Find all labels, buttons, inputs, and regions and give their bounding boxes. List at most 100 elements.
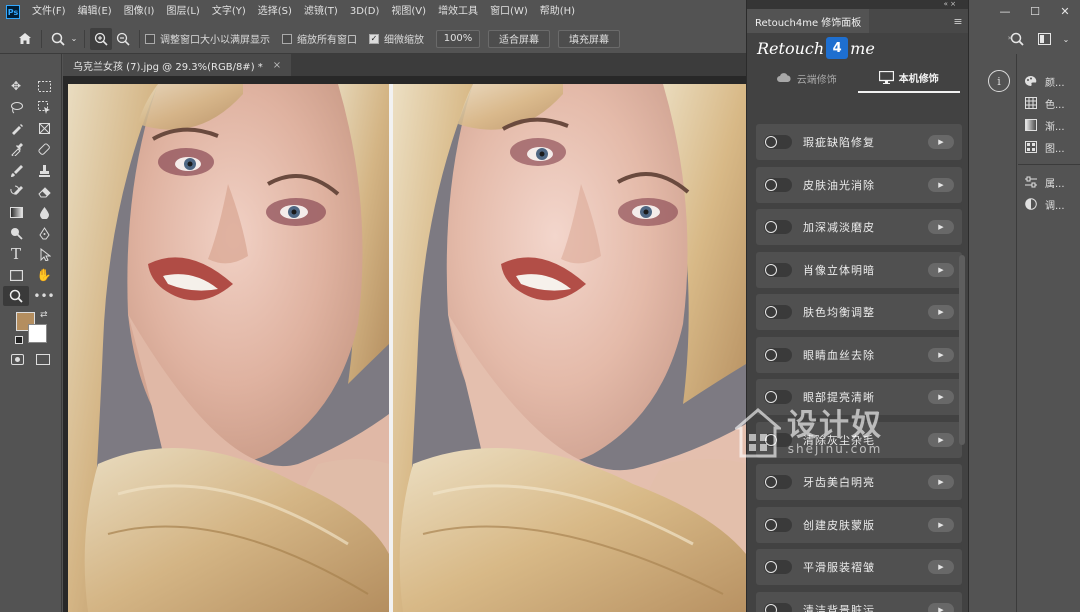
close-icon[interactable]: ✕ <box>1050 0 1080 22</box>
feature-toggle[interactable] <box>764 177 792 192</box>
feature-toggle[interactable] <box>764 135 792 149</box>
feature-toggle[interactable] <box>764 602 792 612</box>
play-icon[interactable]: ▶ <box>928 432 954 447</box>
more-tools-icon[interactable]: ••• <box>31 286 57 306</box>
retouch4me-panel: « × Retouch4me 修饰面板 ≡ Retouch 4 me 云端修饰 … <box>746 0 969 612</box>
play-icon[interactable]: ▶ <box>928 560 954 574</box>
move-tool-icon[interactable]: ✥ <box>3 76 29 96</box>
menu-edit[interactable]: 编辑(E) <box>72 0 118 24</box>
play-icon[interactable]: ▶ <box>928 347 954 362</box>
scrubby-zoom-checkbox[interactable]: ✓ 细微缩放 <box>369 31 424 46</box>
swap-colors-icon[interactable]: ⇄ <box>40 310 48 320</box>
menu-view[interactable]: 视图(V) <box>385 0 432 24</box>
chevron-down-icon[interactable]: ⌄ <box>1062 28 1070 50</box>
feature-toggle[interactable] <box>764 390 792 404</box>
play-icon[interactable]: ▶ <box>928 305 954 319</box>
workspace-icon[interactable] <box>1034 28 1056 50</box>
dodge-tool-icon[interactable] <box>3 223 29 243</box>
panel-menu-icon[interactable]: ≡ <box>948 15 968 28</box>
background-color-swatch[interactable] <box>28 324 47 343</box>
play-icon[interactable]: ▶ <box>928 135 954 149</box>
panel-scrollbar[interactable] <box>959 255 965 445</box>
menu-type[interactable]: 文字(Y) <box>206 0 252 24</box>
type-tool-icon[interactable]: T <box>3 244 29 264</box>
fill-screen-button[interactable]: 填充屏幕 <box>558 29 620 48</box>
feature-toggle[interactable] <box>764 305 792 319</box>
play-icon[interactable]: ▶ <box>928 517 954 532</box>
stamp-tool-icon[interactable] <box>31 160 57 180</box>
menu-3d[interactable]: 3D(D) <box>344 0 386 24</box>
feature-toggle[interactable] <box>764 347 792 362</box>
dock-gradients[interactable]: 渐... <box>1018 114 1080 136</box>
checkbox-checked[interactable]: ✓ <box>369 33 379 44</box>
fit-screen-button[interactable]: 适合屏幕 <box>488 29 550 48</box>
menu-help[interactable]: 帮助(H) <box>534 0 581 24</box>
zoom-out-icon[interactable] <box>112 28 134 50</box>
document-tab[interactable]: 乌克兰女孩 (7).jpg @ 29.3%(RGB/8#) * × <box>63 54 292 76</box>
menu-select[interactable]: 选择(S) <box>252 0 298 24</box>
dock-patterns[interactable]: 图... <box>1018 136 1080 158</box>
gradient-tool-icon[interactable] <box>3 202 29 222</box>
history-brush-tool-icon[interactable] <box>3 181 29 201</box>
minimize-icon[interactable]: — <box>990 0 1020 22</box>
quick-mask-icon[interactable] <box>11 354 24 365</box>
marquee-tool-icon[interactable] <box>31 76 57 96</box>
feature-toggle[interactable] <box>764 560 792 574</box>
info-icon[interactable]: i <box>988 70 1010 92</box>
play-icon[interactable]: ▶ <box>928 390 954 404</box>
eyedropper-tool-icon[interactable] <box>3 139 29 159</box>
panel-collapse-strip[interactable]: « × <box>747 0 968 9</box>
default-colors-icon[interactable] <box>15 336 23 344</box>
play-icon[interactable]: ▶ <box>928 602 954 612</box>
dock-properties[interactable]: 属... <box>1018 171 1080 193</box>
home-icon[interactable] <box>14 28 36 50</box>
panel-title[interactable]: Retouch4me 修饰面板 <box>747 9 870 33</box>
menu-layer[interactable]: 图层(L) <box>160 0 205 24</box>
blur-tool-icon[interactable] <box>31 202 57 222</box>
canvas-area[interactable] <box>63 76 746 612</box>
play-icon[interactable]: ▶ <box>928 475 954 489</box>
maximize-icon[interactable]: ☐ <box>1020 0 1050 22</box>
menu-plugins[interactable]: 增效工具 <box>432 0 484 24</box>
object-selection-tool-icon[interactable] <box>31 97 57 117</box>
resize-windows-checkbox[interactable]: 调整窗口大小以满屏显示 <box>145 31 270 46</box>
checkbox-unchecked[interactable] <box>145 33 155 44</box>
eraser-tool-icon[interactable] <box>31 181 57 201</box>
zoom-in-icon[interactable] <box>90 27 112 50</box>
adjustments-icon <box>1024 198 1037 211</box>
pen-path-tool-icon[interactable] <box>31 223 57 243</box>
screen-mode-icon[interactable] <box>36 354 50 365</box>
checkbox-unchecked[interactable] <box>282 33 292 44</box>
dock-swatches[interactable]: 色... <box>1018 92 1080 114</box>
menu-filter[interactable]: 滤镜(T) <box>298 0 344 24</box>
menu-image[interactable]: 图像(I) <box>118 0 161 24</box>
zoom-tool-preset-icon[interactable] <box>47 28 69 50</box>
rectangle-tool-icon[interactable] <box>3 265 29 285</box>
hand-tool-icon[interactable]: ✋ <box>31 265 57 285</box>
feature-toggle[interactable] <box>764 517 792 532</box>
zoom-tool-icon[interactable] <box>3 286 29 306</box>
play-icon[interactable]: ▶ <box>928 220 954 234</box>
crop-tool-icon[interactable] <box>31 118 57 138</box>
dock-collapse-icon[interactable]: » <box>1008 34 1012 42</box>
path-selection-tool-icon[interactable] <box>31 244 57 264</box>
feature-toggle[interactable] <box>764 262 792 277</box>
menu-file[interactable]: 文件(F) <box>26 0 72 24</box>
dock-color[interactable]: 颜... <box>1018 70 1080 92</box>
zoom-100-button[interactable]: 100% <box>436 29 480 48</box>
chevron-down-icon[interactable]: ⌄ <box>69 28 79 50</box>
tab-cloud[interactable]: 云端修饰 <box>755 63 858 93</box>
zoom-all-windows-checkbox[interactable]: 缩放所有窗口 <box>282 31 357 46</box>
lasso-tool-icon[interactable] <box>3 97 29 117</box>
feature-toggle[interactable] <box>764 220 792 234</box>
play-icon[interactable]: ▶ <box>928 177 954 192</box>
pen-tool-icon[interactable] <box>3 118 29 138</box>
healing-brush-tool-icon[interactable] <box>31 139 57 159</box>
menu-window[interactable]: 窗口(W) <box>484 0 534 24</box>
play-icon[interactable]: ▶ <box>928 262 954 277</box>
tab-local[interactable]: 本机修饰 <box>857 63 960 93</box>
dock-adjustments[interactable]: 调... <box>1018 193 1080 215</box>
brush-tool-icon[interactable] <box>3 160 29 180</box>
feature-toggle[interactable] <box>764 475 792 489</box>
close-tab-icon[interactable]: × <box>273 60 281 71</box>
